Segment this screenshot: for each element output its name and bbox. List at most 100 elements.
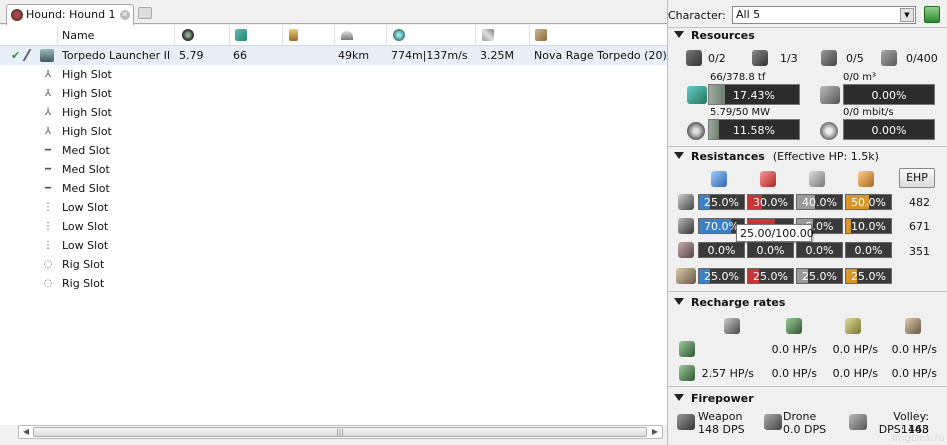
firepower-header[interactable]: Firepower: [674, 392, 754, 405]
capacitor-icon: [289, 29, 298, 41]
character-value: All 5: [736, 8, 761, 21]
slot-label: High Slot: [62, 68, 112, 81]
damage-icon: [482, 29, 494, 41]
recharge-header[interactable]: Recharge rates: [674, 296, 785, 309]
resist-value: 25.0%: [851, 270, 886, 283]
charge-icon: [535, 29, 547, 41]
launcher-hardpoint-icon: [752, 50, 768, 66]
slot-label: Low Slot: [62, 220, 109, 233]
med-slot-icon: ━: [44, 183, 52, 194]
shield-hp: 482: [909, 196, 930, 209]
slot-row[interactable]: ━ Med Slot: [0, 141, 667, 160]
header-range[interactable]: [335, 25, 387, 46]
recharge-peak-reinforced: 0.0 HP/s: [891, 343, 937, 356]
slot-list: ⅄ High Slot ⅄ High Slot ⅄ High Slot ⅄ High Slot…: [0, 65, 667, 293]
slot-row[interactable]: ⋮ Low Slot: [0, 198, 667, 217]
resistances-title: Resistances: [691, 150, 765, 163]
slot-row[interactable]: ⅄ High Slot: [0, 103, 667, 122]
drone-bay-caption: 0/0 m³: [843, 72, 877, 83]
slot-row[interactable]: ◌ Rig Slot: [0, 274, 667, 293]
turret-count: 0/2: [708, 52, 726, 65]
shield-thermal-resist: 30.0%: [747, 194, 794, 210]
weapon-icon: [677, 414, 695, 430]
slot-row[interactable]: ⅄ High Slot: [0, 122, 667, 141]
module-charge: Nova Rage Torpedo (20): [534, 49, 667, 62]
slot-label: Low Slot: [62, 239, 109, 252]
hull-kinetic-resist: 0.0%: [796, 242, 843, 258]
new-tab-icon[interactable]: [138, 7, 152, 19]
launcher-count: 1/3: [780, 52, 798, 65]
tab-hound[interactable]: Hound: Hound 1 ✕: [6, 4, 134, 25]
divider: [668, 291, 947, 292]
online-check-icon[interactable]: ✔: [11, 46, 20, 65]
calibration-count: 0/400: [906, 52, 938, 65]
ship-icon: [11, 9, 23, 21]
torpedo-launcher-icon: [40, 49, 54, 62]
rig-slot-icon: ◌: [43, 259, 53, 270]
low-slot-icon: ⋮: [43, 221, 53, 232]
collapse-icon: [674, 394, 684, 401]
armor-hp: 671: [909, 220, 930, 233]
header-cpu[interactable]: [175, 25, 230, 46]
close-icon[interactable]: ✕: [119, 10, 130, 20]
divider: [668, 146, 947, 147]
header-name[interactable]: Name: [58, 25, 175, 46]
slot-row[interactable]: ━ Med Slot: [0, 179, 667, 198]
header-speed[interactable]: [387, 25, 476, 46]
slot-label: High Slot: [62, 87, 112, 100]
character-select[interactable]: All 5 ▼: [732, 6, 916, 24]
scroll-right-icon[interactable]: ▶: [649, 427, 661, 437]
scroll-thumb[interactable]: |||: [33, 427, 647, 437]
cpu-percent: 17.43%: [733, 89, 775, 102]
high-slot-icon: ⅄: [44, 69, 52, 80]
resources-header[interactable]: Resources: [674, 29, 755, 42]
tab-title: Hound: Hound 1: [26, 8, 116, 21]
med-slot-icon: ━: [44, 164, 52, 175]
resist-value: 0.0%: [707, 244, 736, 257]
armor-repair-icon: [786, 318, 802, 334]
resist-value: 0.0%: [756, 244, 785, 257]
velocity-icon: [393, 29, 405, 41]
powergrid-icon: [235, 29, 247, 41]
recharge-shield-sustained: 2.57 HP/s: [701, 367, 754, 380]
powergrid-caption: 5.79/50 MW: [710, 107, 771, 118]
powergrid-percent: 11.58%: [733, 124, 775, 137]
character-label: Character:: [668, 9, 726, 22]
damage-pattern-icon: [676, 268, 696, 284]
recharge-title: Recharge rates: [691, 296, 786, 309]
weapon-label: Weapon: [698, 410, 743, 423]
drone-count-icon: [821, 50, 837, 66]
resistances-header[interactable]: Resistances (Effective HP: 1.5k): [674, 150, 879, 163]
scroll-left-icon[interactable]: ◀: [20, 427, 32, 437]
recharge-hull-reinforced: 0.0 HP/s: [832, 343, 878, 356]
header-cap[interactable]: [283, 25, 335, 46]
resist-value: 25.0%: [704, 196, 739, 209]
slot-row[interactable]: ⋮ Low Slot: [0, 217, 667, 236]
module-row[interactable]: ✔ Torpedo Launcher II 5.79 66 49km 774m|…: [0, 46, 667, 65]
chevron-down-icon[interactable]: ▼: [900, 8, 914, 22]
recharge-armor-reinforced: 0.0 HP/s: [771, 343, 817, 356]
powergrid-fill: [709, 120, 720, 139]
character-editor-icon[interactable]: [924, 6, 940, 23]
slot-row[interactable]: ⅄ High Slot: [0, 84, 667, 103]
slot-row[interactable]: ◌ Rig Slot: [0, 255, 667, 274]
slot-row[interactable]: ⅄ High Slot: [0, 65, 667, 84]
rig-slot-icon: ◌: [43, 278, 53, 289]
shield-boost-icon: [724, 318, 740, 334]
cpu-icon: [687, 86, 707, 104]
bandwidth-bar: 0.00%: [843, 119, 935, 140]
cpu-bar: 17.43%: [708, 84, 800, 105]
launcher-state-icon[interactable]: [22, 49, 40, 61]
header-damage[interactable]: [476, 25, 530, 46]
resist-value: 30.0%: [753, 196, 788, 209]
header-state[interactable]: [0, 25, 58, 46]
drone-label: Drone: [783, 410, 817, 423]
header-pg[interactable]: [230, 25, 283, 46]
divider: [668, 27, 947, 28]
slot-row[interactable]: ━ Med Slot: [0, 160, 667, 179]
header-charge[interactable]: [530, 25, 667, 46]
ehp-toggle-button[interactable]: EHP: [899, 168, 935, 188]
slot-row[interactable]: ⋮ Low Slot: [0, 236, 667, 255]
horizontal-scrollbar[interactable]: ◀ ||| ▶: [18, 425, 663, 439]
slot-label: High Slot: [62, 125, 112, 138]
